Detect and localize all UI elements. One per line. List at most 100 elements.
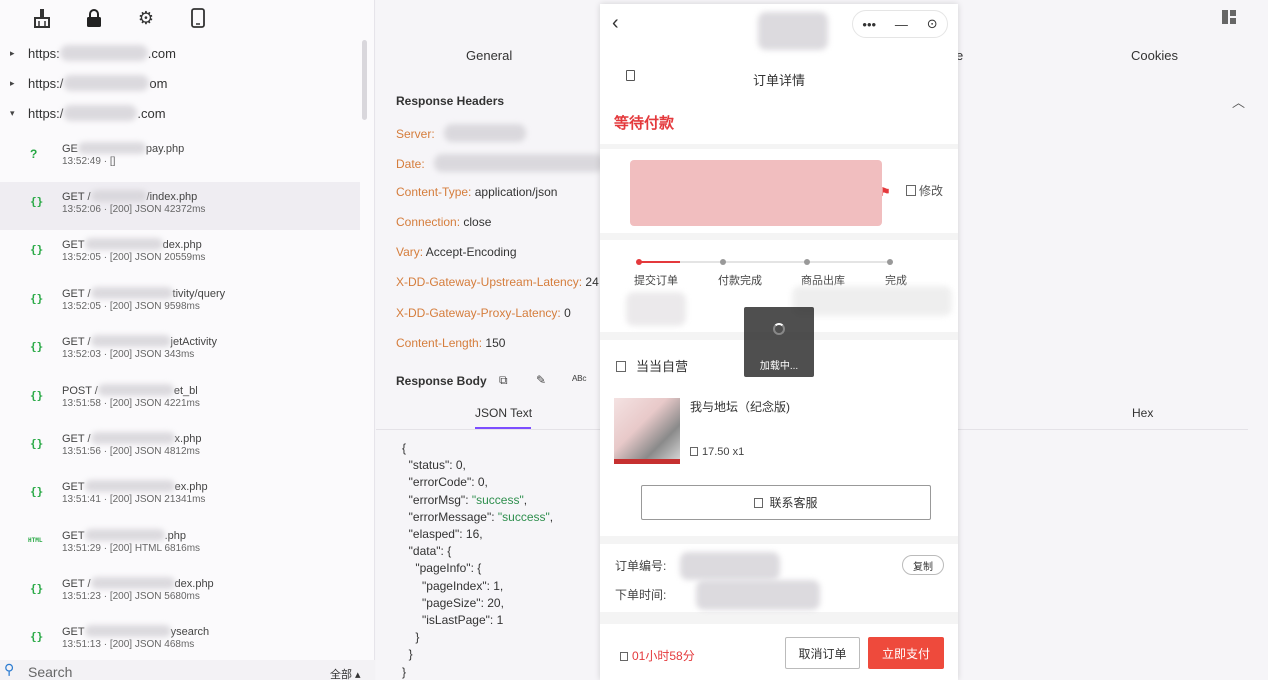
- request-row[interactable]: HTML GET .php 13:51:29 · [200] HTML 6816m…: [0, 521, 360, 569]
- domain-row[interactable]: ▸ https: .com: [0, 39, 360, 67]
- copy-icon[interactable]: ⧉: [499, 373, 508, 388]
- request-row[interactable]: {} GET / jetActivity 13:52:03 · [200] JSO…: [0, 327, 360, 375]
- edit-label: 修改: [919, 184, 944, 198]
- redaction-mask: [84, 625, 171, 637]
- redaction-mask: [758, 12, 828, 50]
- request-row[interactable]: ? GE pay.php 13:52:49 · []: [0, 134, 360, 182]
- tab-cookies[interactable]: Cookies: [1131, 48, 1178, 63]
- collapse-arrow-icon[interactable]: ▾: [10, 108, 28, 119]
- tab-hex[interactable]: Hex: [1132, 406, 1153, 420]
- close-circle-icon[interactable]: ⊙: [927, 16, 938, 32]
- domain-row[interactable]: ▸ https:/ om: [0, 69, 360, 97]
- redaction-mask: [626, 292, 686, 326]
- header-row-content-type: Content-Type: application/json: [396, 185, 557, 199]
- product-image[interactable]: [614, 398, 680, 464]
- phone-icon[interactable]: [186, 6, 210, 30]
- request-path: et_bl: [173, 385, 198, 397]
- redaction-mask: [444, 124, 527, 142]
- domain-suffix: om: [149, 75, 168, 91]
- request-path: x.php: [174, 433, 202, 445]
- product-title[interactable]: 我与地坛（纪念版): [690, 398, 790, 415]
- progress-line: [640, 261, 680, 263]
- request-row[interactable]: {} GET / tivity/query 13:52:05 · [200] JS…: [0, 279, 360, 327]
- edit-doc-icon[interactable]: ✎: [536, 373, 546, 387]
- request-meta: 13:52:06 · [200] JSON 42372ms: [62, 204, 206, 215]
- unknown-type-icon: ?: [30, 147, 38, 161]
- lock-icon[interactable]: [82, 6, 106, 30]
- broom-icon[interactable]: [30, 6, 54, 30]
- pay-now-button[interactable]: 立即支付: [868, 637, 944, 669]
- request-row[interactable]: {} POST / et_bl 13:51:58 · [200] JSON 422…: [0, 376, 360, 424]
- minimize-icon[interactable]: —: [895, 17, 908, 32]
- mini-program-capsule[interactable]: ••• — ⊙: [852, 10, 948, 38]
- tab-general[interactable]: General: [466, 48, 512, 63]
- header-value: 150: [485, 336, 506, 350]
- edit-address-button[interactable]: 修改: [906, 182, 943, 199]
- redaction-mask: [84, 480, 175, 492]
- request-row[interactable]: {} GET dex.php 13:52:05 · [200] JSON 2055…: [0, 230, 360, 278]
- expand-arrow-icon[interactable]: ▸: [10, 78, 28, 89]
- loading-text: 加载中...: [759, 361, 799, 372]
- more-icon[interactable]: •••: [862, 17, 876, 32]
- contact-service-button[interactable]: 联系客服: [641, 485, 931, 520]
- json-icon: {}: [30, 292, 44, 305]
- request-list-pane: ⚙ ▸ https: .com ▸ https:/ om ▾ https:/ .…: [0, 0, 375, 680]
- json-icon: {}: [30, 485, 44, 498]
- request-meta: 13:51:23 · [200] JSON 5680ms: [62, 591, 200, 602]
- header-key: Connection:: [396, 215, 461, 229]
- request-row[interactable]: {} GET ysearch 13:51:13 · [200] JSON 468m…: [0, 617, 360, 665]
- json-icon: {}: [30, 389, 44, 402]
- json-line: "errorCode": 0,: [402, 475, 488, 490]
- redaction-mask: [434, 154, 605, 172]
- expand-arrow-icon[interactable]: ▸: [10, 48, 28, 59]
- redaction-mask: [84, 529, 165, 541]
- header-key: X-DD-Gateway-Proxy-Latency:: [396, 306, 561, 320]
- request-row[interactable]: {} GET / x.php 13:51:56 · [200] JSON 4812…: [0, 424, 360, 472]
- request-method: POST /: [62, 385, 98, 397]
- abc-icon[interactable]: ᴬᴮᶜ: [572, 373, 587, 387]
- json-line: "elasped": 16,: [402, 527, 483, 542]
- gear-icon[interactable]: ⚙: [134, 6, 158, 30]
- json-line: }: [402, 664, 407, 679]
- request-meta: 13:52:49 · []: [62, 156, 116, 167]
- header-key: Vary:: [396, 245, 424, 259]
- scrollbar[interactable]: [362, 40, 367, 120]
- request-method: GET: [62, 626, 85, 638]
- redaction-mask: [84, 238, 163, 250]
- shop-name: 当当自营: [616, 356, 688, 375]
- domain-row[interactable]: ▾ https:/ .com: [0, 99, 360, 127]
- header-value: 24: [585, 275, 599, 289]
- request-meta: 13:52:03 · [200] JSON 343ms: [62, 349, 195, 360]
- search-input[interactable]: Search: [28, 664, 72, 680]
- request-method: GET: [62, 530, 85, 542]
- request-row-selected[interactable]: {} GET / /index.php 13:52:06 · [200] JSON…: [0, 182, 360, 230]
- tab-json-text[interactable]: JSON Text: [475, 406, 532, 420]
- json-line: "status": 0,: [402, 458, 466, 473]
- step-label: 付款完成: [718, 275, 762, 287]
- back-arrow-icon[interactable]: ‹: [612, 12, 619, 35]
- header-row-content-length: Content-Length: 150: [396, 336, 505, 350]
- redaction-mask: [90, 577, 175, 589]
- loading-toast: 加载中...: [744, 307, 814, 377]
- search-bar[interactable]: ⚲ Search 全部 ▴: [0, 660, 375, 680]
- request-path: dex.php: [174, 578, 214, 590]
- domain-prefix: https:/: [28, 75, 64, 91]
- chevron-up-icon[interactable]: ︿: [1232, 92, 1245, 111]
- search-scope-dropdown[interactable]: 全部 ▴: [330, 666, 361, 680]
- redaction-mask: [90, 432, 175, 444]
- page-title: 订单详情: [752, 73, 805, 88]
- header-key: Date:: [396, 157, 425, 171]
- step-dot: [720, 259, 726, 265]
- request-row[interactable]: {} GET / dex.php 13:51:23 · [200] JSON 56…: [0, 569, 360, 617]
- request-row[interactable]: {} GET ex.php 13:51:41 · [200] JSON 21341…: [0, 472, 360, 520]
- layout-icon[interactable]: [1222, 10, 1236, 24]
- price-icon: [690, 447, 698, 456]
- shop-icon: [616, 361, 626, 372]
- step-dot: [636, 259, 642, 265]
- product-price: 17.50 x1: [690, 446, 744, 458]
- step-label: 提交订单: [634, 275, 678, 287]
- shop-label: 当当自营: [636, 359, 689, 374]
- cancel-order-button[interactable]: 取消订单: [785, 637, 860, 669]
- json-line: }: [402, 630, 420, 645]
- copy-button[interactable]: 复制: [902, 555, 944, 575]
